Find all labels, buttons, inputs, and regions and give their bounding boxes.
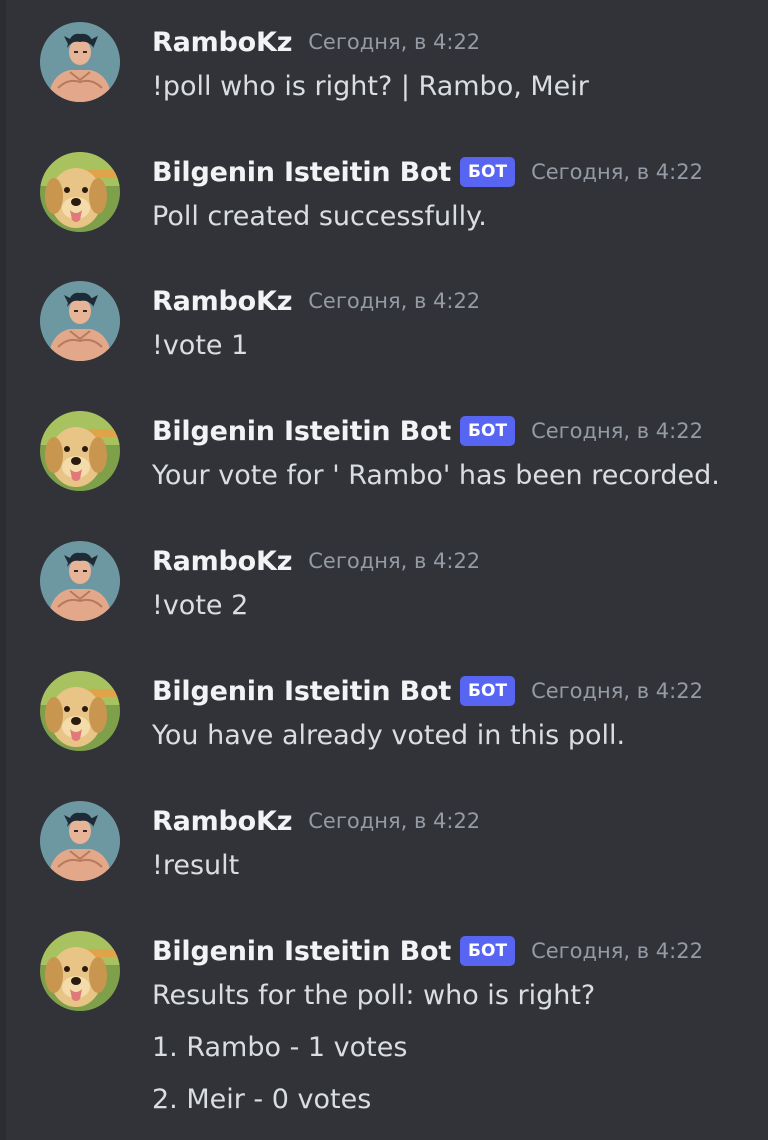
timestamp[interactable]: Сегодня, в 4:22 — [308, 289, 480, 313]
bot-avatar-icon[interactable] — [40, 411, 120, 491]
message-line: !vote 1 — [152, 330, 249, 361]
user-avatar-icon[interactable] — [40, 281, 120, 361]
message-line: Your vote for ' Rambo' has been recorded… — [152, 460, 720, 491]
chat-message: RamboKz Сегодня, в 4:22 !vote 1 — [0, 281, 768, 371]
message-header: RamboKz Сегодня, в 4:22 — [152, 281, 480, 321]
message-content: !result — [152, 846, 239, 886]
timestamp[interactable]: Сегодня, в 4:22 — [308, 549, 480, 573]
bot-badge: БОТ — [460, 157, 516, 187]
message-content: !poll who is right? | Rambo, Meir — [152, 67, 589, 107]
chat-messages: RamboKz Сегодня, в 4:22 !poll who is rig… — [0, 0, 768, 1140]
message-line: Results for the poll: who is right? — [152, 980, 596, 1011]
username[interactable]: RamboKz — [152, 546, 292, 577]
timestamp[interactable]: Сегодня, в 4:22 — [308, 30, 480, 54]
message-content: !vote 2 — [152, 586, 248, 626]
message-header: RamboKz Сегодня, в 4:22 — [152, 22, 480, 62]
poll-result-line: 1. Rambo - 1 votes — [152, 1032, 408, 1063]
chat-message: RamboKz Сегодня, в 4:22 !poll who is rig… — [0, 22, 768, 112]
username[interactable]: Bilgenin Isteitin Bot — [152, 676, 451, 707]
bot-badge: БОТ — [460, 936, 516, 966]
message-header: Bilgenin Isteitin Bot БОТ Сегодня, в 4:2… — [152, 931, 703, 971]
username[interactable]: Bilgenin Isteitin Bot — [152, 157, 451, 188]
bot-avatar-icon[interactable] — [40, 931, 120, 1011]
chat-message: Bilgenin Isteitin Bot БОТ Сегодня, в 4:2… — [0, 671, 768, 761]
user-avatar-icon[interactable] — [40, 22, 120, 102]
username[interactable]: RamboKz — [152, 806, 292, 837]
username[interactable]: Bilgenin Isteitin Bot — [152, 416, 451, 447]
message-header: Bilgenin Isteitin Bot БОТ Сегодня, в 4:2… — [152, 152, 703, 192]
message-line: !result — [152, 850, 240, 881]
message-content: !vote 1 — [152, 326, 248, 366]
chat-message: Bilgenin Isteitin Bot БОТ Сегодня, в 4:2… — [0, 152, 768, 242]
message-content: Results for the poll: who is right? 1. R… — [152, 976, 595, 1120]
bot-badge: БОТ — [460, 676, 516, 706]
bot-avatar-icon[interactable] — [40, 152, 120, 232]
message-header: Bilgenin Isteitin Bot БОТ Сегодня, в 4:2… — [152, 671, 703, 711]
message-content: Poll created successfully. — [152, 197, 487, 237]
timestamp[interactable]: Сегодня, в 4:22 — [531, 679, 703, 703]
message-line: !poll who is right? | Rambo, Meir — [152, 71, 589, 102]
timestamp[interactable]: Сегодня, в 4:22 — [308, 809, 480, 833]
bot-badge: БОТ — [460, 416, 516, 446]
message-content: You have already voted in this poll. — [152, 716, 625, 756]
message-line: Poll created successfully. — [152, 201, 487, 232]
message-line: !vote 2 — [152, 590, 249, 621]
message-line: You have already voted in this poll. — [152, 720, 626, 751]
message-content: Your vote for ' Rambo' has been recorded… — [152, 456, 720, 496]
chat-message: Bilgenin Isteitin Bot БОТ Сегодня, в 4:2… — [0, 931, 768, 1121]
message-header: RamboKz Сегодня, в 4:22 — [152, 801, 480, 841]
username[interactable]: RamboKz — [152, 286, 292, 317]
user-avatar-icon[interactable] — [40, 541, 120, 621]
poll-result-line: 2. Meir - 0 votes — [152, 1084, 372, 1115]
message-header: Bilgenin Isteitin Bot БОТ Сегодня, в 4:2… — [152, 411, 703, 451]
message-header: RamboKz Сегодня, в 4:22 — [152, 541, 480, 581]
username[interactable]: Bilgenin Isteitin Bot — [152, 936, 451, 967]
chat-message: Bilgenin Isteitin Bot БОТ Сегодня, в 4:2… — [0, 411, 768, 501]
timestamp[interactable]: Сегодня, в 4:22 — [531, 160, 703, 184]
user-avatar-icon[interactable] — [40, 801, 120, 881]
chat-message: RamboKz Сегодня, в 4:22 !vote 2 — [0, 541, 768, 631]
bot-avatar-icon[interactable] — [40, 671, 120, 751]
username[interactable]: RamboKz — [152, 27, 292, 58]
timestamp[interactable]: Сегодня, в 4:22 — [531, 939, 703, 963]
timestamp[interactable]: Сегодня, в 4:22 — [531, 419, 703, 443]
chat-message: RamboKz Сегодня, в 4:22 !result — [0, 801, 768, 891]
